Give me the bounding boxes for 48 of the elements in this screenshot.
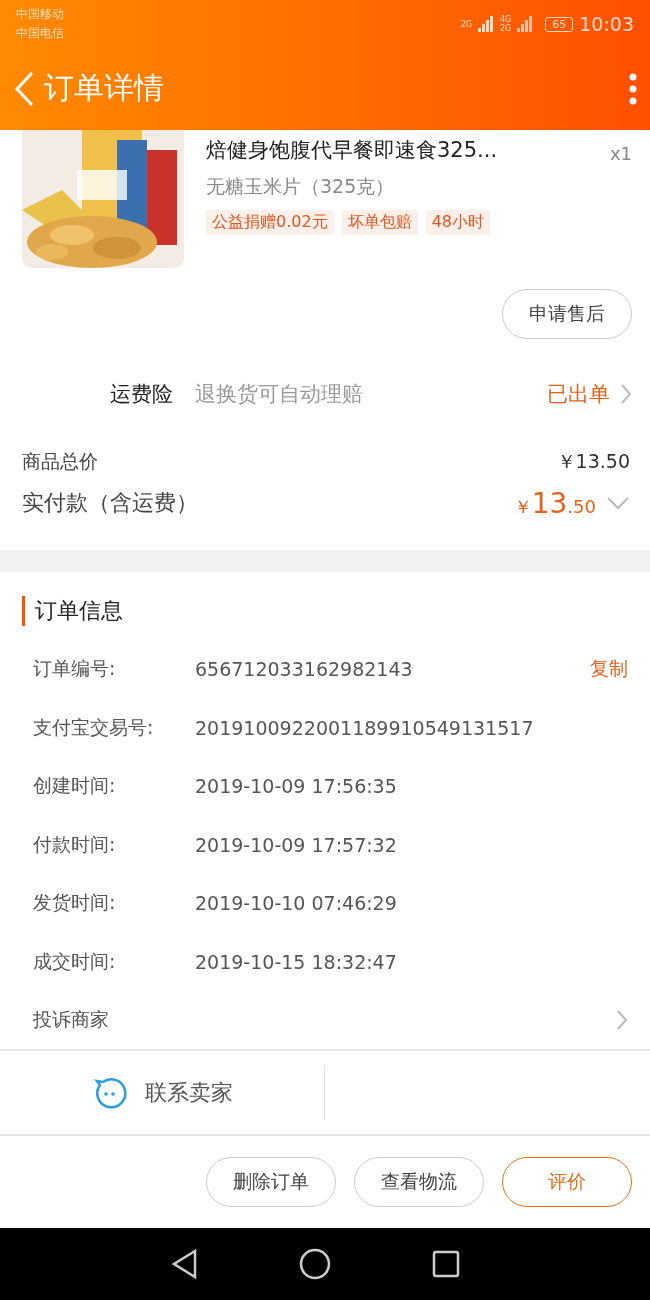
order-action-button[interactable]: 删除订单	[206, 1157, 336, 1208]
network-label: 2G	[460, 19, 472, 29]
signal-icon	[477, 16, 494, 32]
complaint-row[interactable]: 投诉商家	[0, 990, 650, 1051]
service-tag: 坏单包赔	[341, 209, 418, 235]
info-label: 付款时间:	[33, 831, 117, 857]
battery-level: 65	[545, 16, 574, 32]
info-label: 成交时间:	[33, 948, 117, 974]
copy-button[interactable]: 复制	[590, 656, 628, 682]
clock-time: 10:03	[579, 13, 634, 35]
service-tag: 48小时	[425, 209, 490, 235]
product-quantity: x1	[609, 142, 632, 164]
chevron-right-icon	[620, 383, 632, 405]
info-label: 创建时间:	[33, 773, 117, 798]
network-label: 4G	[499, 15, 512, 24]
info-value: 2019-10-09 17:56:35	[195, 775, 398, 797]
info-value: 656712033162982143	[195, 658, 414, 680]
paid-amount-label: 实付款（含运费）	[22, 489, 198, 518]
freight-insurance-description: 退换货可自动理赔	[195, 381, 364, 408]
order-action-button[interactable]: 查看物流	[354, 1157, 484, 1208]
info-value: 2019-10-15 18:32:47	[195, 950, 398, 973]
complaint-label: 投诉商家	[33, 1006, 109, 1032]
carrier-name: 中国移动	[16, 6, 64, 23]
home-nav-icon[interactable]	[299, 1248, 331, 1281]
chevron-right-icon	[616, 1008, 628, 1031]
section-title: 订单信息	[22, 595, 650, 626]
carrier-name: 中国电信	[16, 25, 64, 42]
service-tag: 公益捐赠0.02元	[206, 209, 334, 235]
freight-insurance-label: 运费险	[110, 381, 173, 408]
info-label: 支付宝交易号:	[33, 714, 155, 740]
page-title: 订单详情	[44, 69, 165, 108]
paid-amount: ￥13.50	[513, 486, 596, 520]
info-value: 2019-10-09 17:57:32	[195, 833, 398, 856]
product-spec: 无糖玉米片（325克）	[206, 173, 396, 199]
info-value: 2019-10-10 07:46:29	[195, 892, 398, 914]
product-title: 焙健身饱腹代早餐即速食325...	[206, 136, 498, 164]
goods-total-amount: ￥13.50	[556, 448, 630, 474]
network-label: 2G	[499, 24, 512, 33]
signal-icon	[517, 16, 534, 32]
after-sale-button[interactable]: 申请售后	[502, 289, 632, 340]
info-label: 发货时间:	[33, 890, 117, 915]
back-nav-icon[interactable]	[170, 1248, 199, 1281]
insurance-status-link[interactable]: 已出单	[547, 380, 610, 408]
goods-total-label: 商品总价	[22, 448, 98, 474]
more-menu-button[interactable]	[628, 71, 638, 106]
info-value: 2019100922001189910549131517	[195, 716, 535, 739]
recents-nav-icon[interactable]	[431, 1250, 460, 1279]
info-label: 订单编号:	[33, 656, 117, 681]
